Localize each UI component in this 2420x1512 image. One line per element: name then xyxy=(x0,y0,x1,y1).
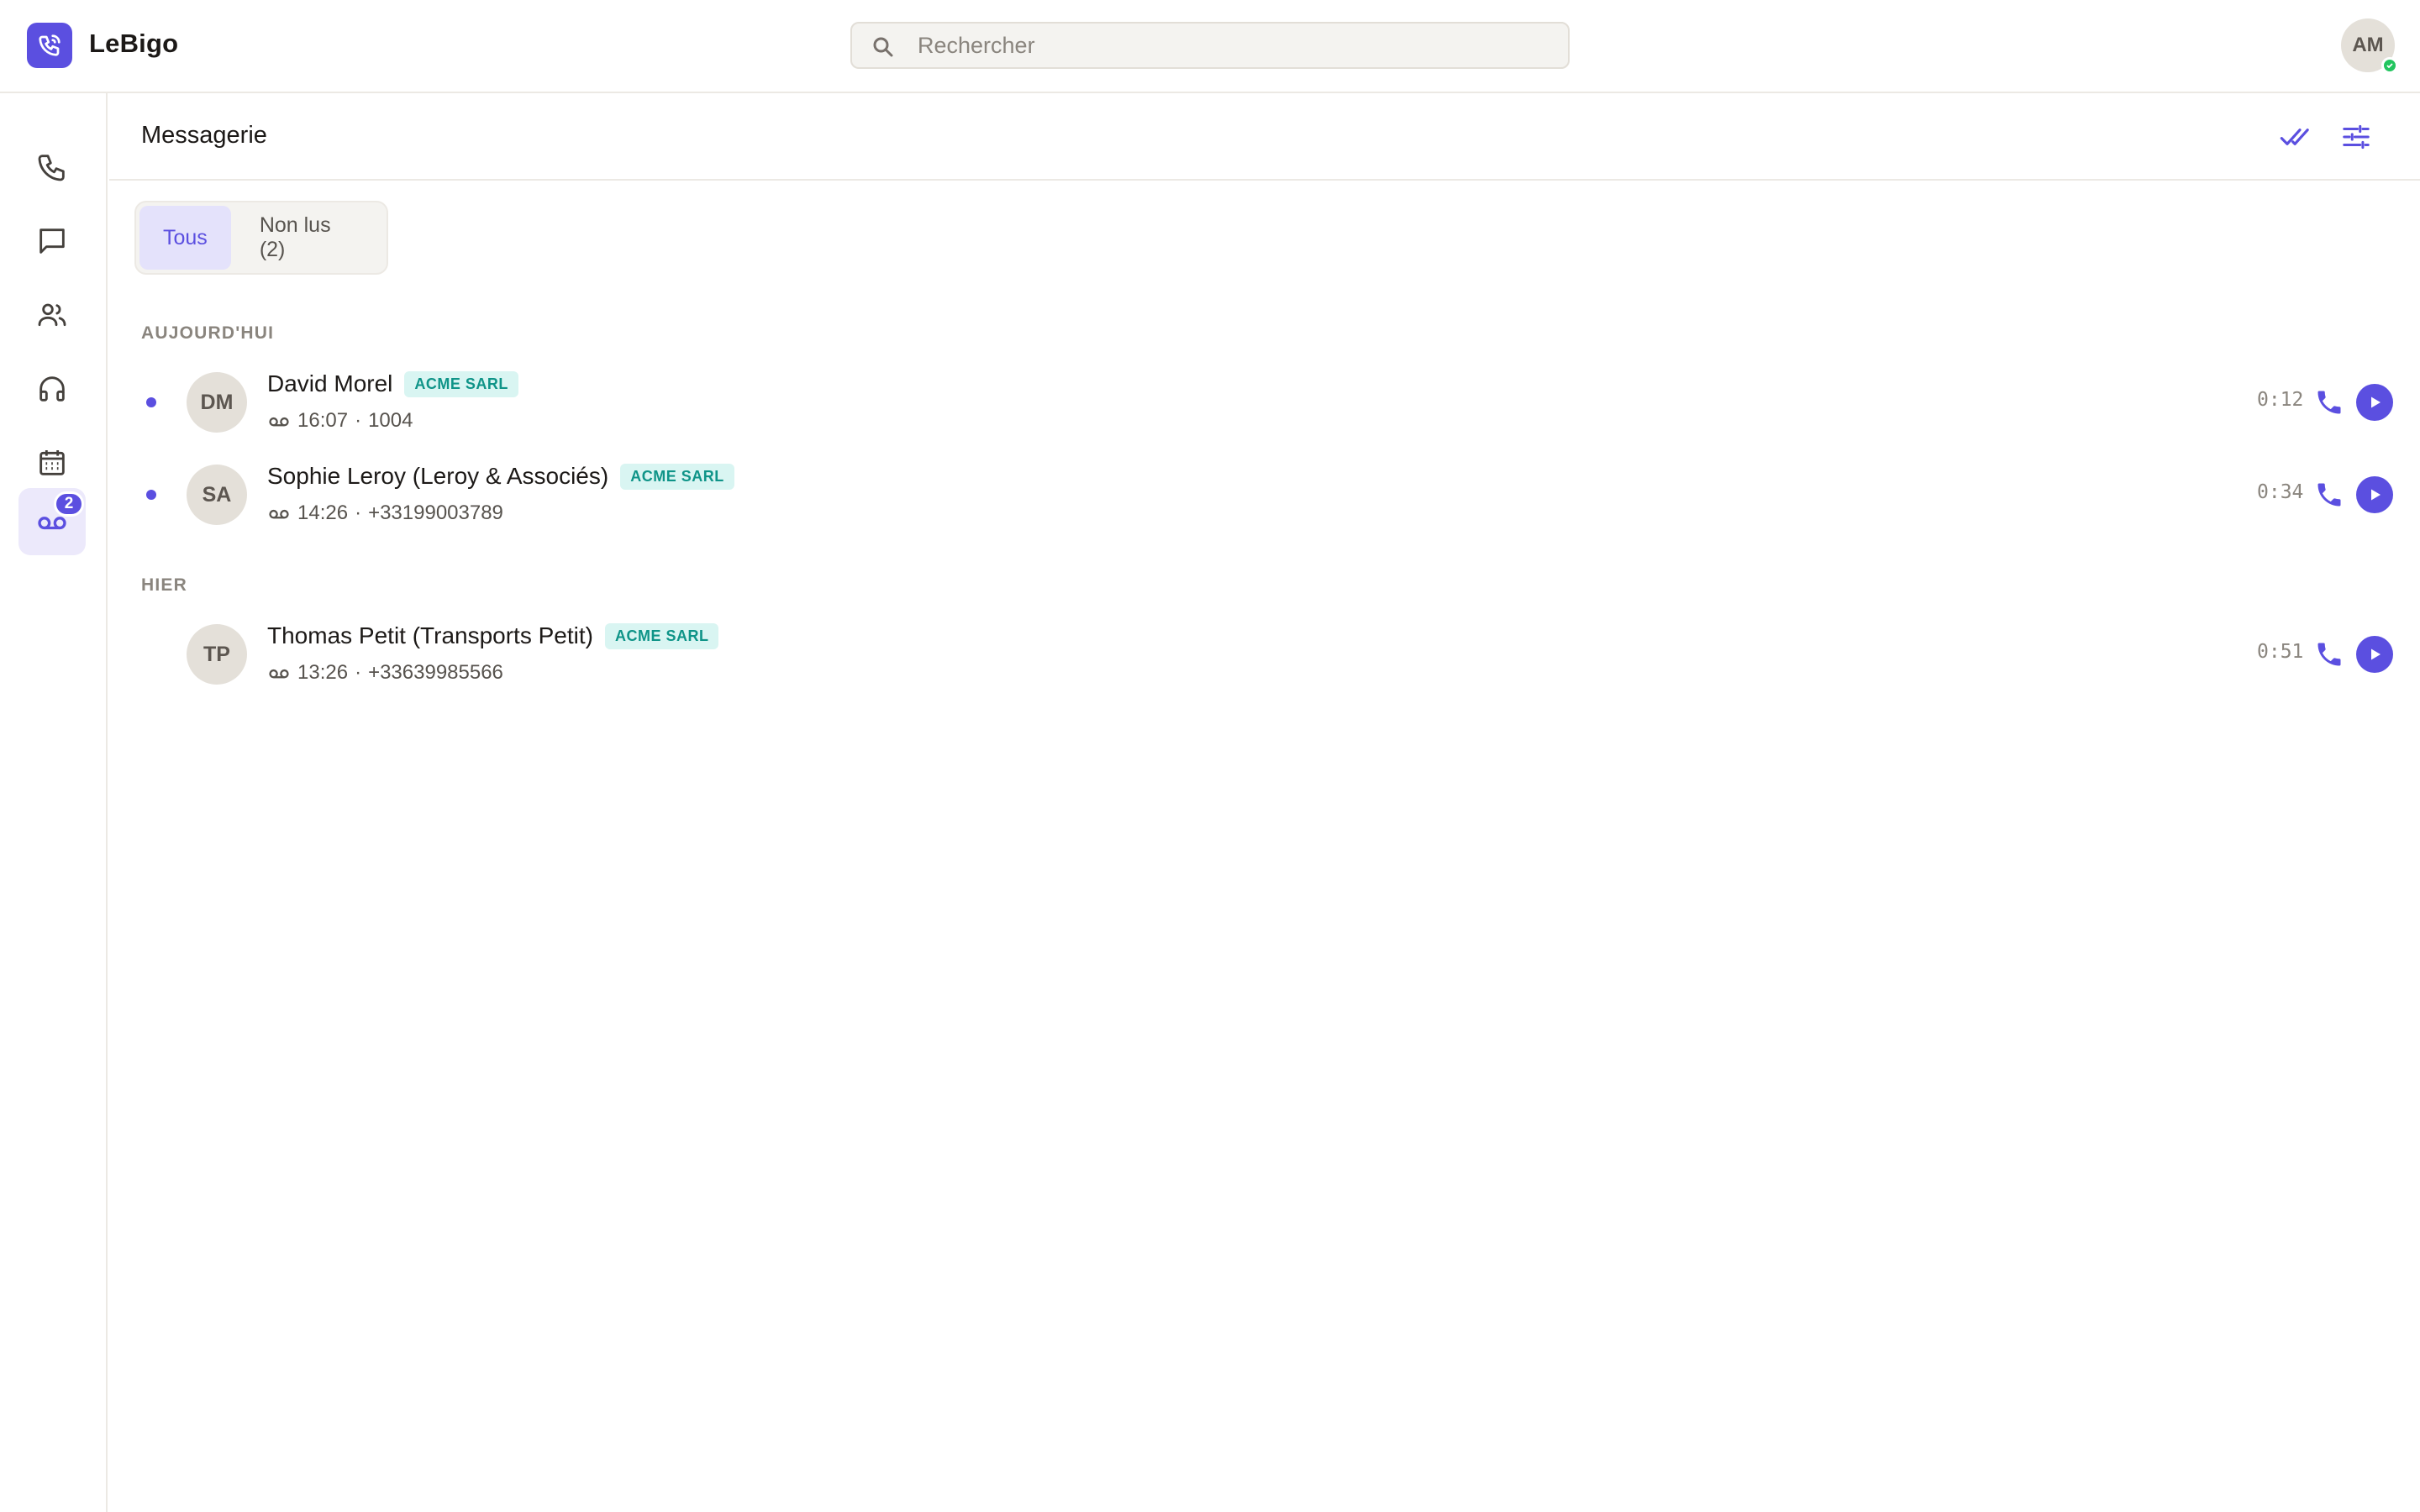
voicemail-meta: 14:26 · +33199003789 xyxy=(267,501,503,525)
phone-icon xyxy=(2317,483,2341,507)
sidebar-nav: 2 xyxy=(0,93,108,1512)
sidebar-item-contacts[interactable] xyxy=(18,281,86,349)
contact-avatar: SA xyxy=(187,465,247,525)
tab-all[interactable]: Tous xyxy=(139,206,231,270)
group-label-yesterday: HIER xyxy=(141,575,187,595)
contact-avatar: DM xyxy=(187,372,247,433)
page-title: Messagerie xyxy=(141,122,267,149)
voicemail-meta: 13:26 · +33639985566 xyxy=(267,661,503,685)
call-back-button[interactable] xyxy=(2312,478,2346,512)
app-logo[interactable] xyxy=(27,23,72,68)
voicemail-item[interactable]: DM David Morel ACME SARL 16:07 · 1004 0:… xyxy=(134,360,2395,444)
voicemail-panel: Messagerie Tous Non lus (2) AUJOURD'HUI … xyxy=(109,93,2420,1512)
contact-avatar: TP xyxy=(187,624,247,685)
phone-icon xyxy=(38,155,65,181)
unread-indicator xyxy=(146,490,156,500)
group-label-today: AUJOURD'HUI xyxy=(141,323,275,343)
search-input[interactable] xyxy=(918,24,1556,67)
search-icon xyxy=(873,37,893,57)
play-button[interactable] xyxy=(2356,636,2393,673)
search-box[interactable] xyxy=(850,22,1570,69)
contact-name: Sophie Leroy (Leroy & Associés) xyxy=(267,463,609,489)
calendar-icon xyxy=(39,450,65,475)
voicemail-meta: 16:07 · 1004 xyxy=(267,409,413,433)
sidebar-item-calendar[interactable] xyxy=(18,429,86,496)
voicemail-time: 13:26 xyxy=(297,661,349,684)
voicemail-count-badge: 2 xyxy=(54,491,84,517)
phone-icon xyxy=(2317,643,2341,666)
voicemail-duration: 0:12 xyxy=(2257,389,2304,411)
play-icon xyxy=(2371,396,2381,408)
caller-number: +33639985566 xyxy=(368,661,503,684)
voicemail-item[interactable]: SA Sophie Leroy (Leroy & Associés) ACME … xyxy=(134,453,2395,537)
sidebar-item-calls[interactable] xyxy=(18,134,86,201)
meta-separator: · xyxy=(355,501,362,524)
top-bar: LeBigo AM xyxy=(0,0,2420,93)
filters-button[interactable] xyxy=(2338,118,2375,155)
meta-separator: · xyxy=(355,409,362,432)
voicemail-time: 16:07 xyxy=(297,409,349,432)
sidebar-item-voicemail[interactable]: 2 xyxy=(18,488,86,555)
unread-indicator xyxy=(146,397,156,407)
company-tag: ACME SARL xyxy=(404,370,518,397)
presence-status-icon xyxy=(2381,57,2398,74)
chat-icon xyxy=(39,228,65,254)
phone-icon xyxy=(2317,391,2341,414)
meta-separator: · xyxy=(355,661,362,684)
play-button[interactable] xyxy=(2356,476,2393,513)
mark-all-read-button[interactable] xyxy=(2277,118,2314,155)
users-icon xyxy=(38,303,66,327)
phone-call-icon xyxy=(39,34,60,56)
headset-icon xyxy=(39,376,65,402)
play-button[interactable] xyxy=(2356,384,2393,421)
sidebar-item-support[interactable] xyxy=(18,355,86,423)
voicemail-item[interactable]: TP Thomas Petit (Transports Petit) ACME … xyxy=(134,612,2395,696)
double-check-icon xyxy=(2280,129,2309,145)
caller-number: +33199003789 xyxy=(368,501,503,524)
contact-name: David Morel xyxy=(267,370,393,396)
voicemail-icon xyxy=(269,509,289,519)
voicemail-icon xyxy=(269,417,289,427)
company-tag: ACME SARL xyxy=(620,463,734,490)
filter-tabs: Tous Non lus (2) xyxy=(134,201,388,275)
call-back-button[interactable] xyxy=(2312,638,2346,671)
app-name: LeBigo xyxy=(89,29,179,58)
voicemail-icon xyxy=(269,669,289,679)
play-icon xyxy=(2371,489,2381,501)
tab-unread[interactable]: Non lus (2) xyxy=(236,206,383,270)
caller-number: 1004 xyxy=(368,409,413,432)
play-icon xyxy=(2371,648,2381,660)
sliders-icon xyxy=(2343,124,2370,150)
contact-name: Thomas Petit (Transports Petit) xyxy=(267,622,593,648)
sidebar-item-messages[interactable] xyxy=(18,207,86,275)
company-tag: ACME SARL xyxy=(604,622,719,649)
voicemail-duration: 0:34 xyxy=(2257,481,2304,503)
voicemail-duration: 0:51 xyxy=(2257,641,2304,663)
call-back-button[interactable] xyxy=(2312,386,2346,419)
panel-header: Messagerie xyxy=(109,93,2420,181)
voicemail-time: 14:26 xyxy=(297,501,349,524)
